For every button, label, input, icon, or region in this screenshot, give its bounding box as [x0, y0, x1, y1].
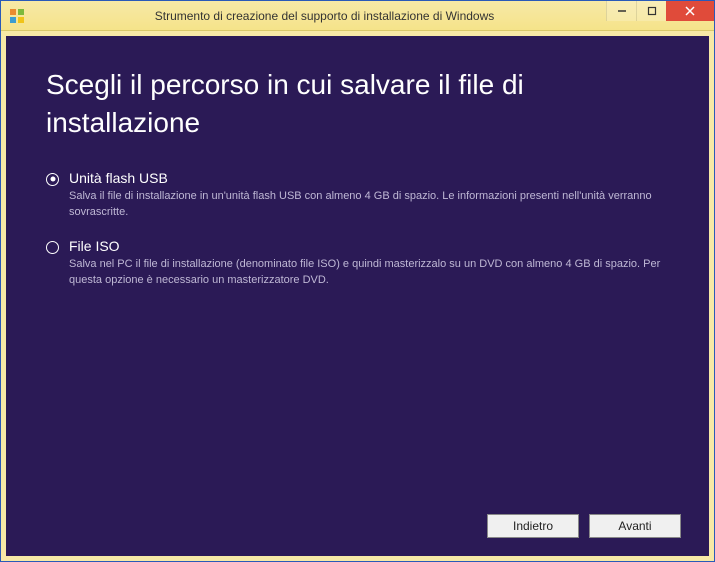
option-usb-label: Unità flash USB [69, 170, 669, 186]
option-iso-description: Salva nel PC il file di installazione (d… [69, 257, 669, 289]
minimize-button[interactable] [606, 1, 636, 21]
footer-buttons: Indietro Avanti [487, 514, 681, 538]
next-button[interactable]: Avanti [589, 514, 681, 538]
window-controls [606, 1, 714, 21]
option-usb-text: Unità flash USB Salva il file di install… [69, 170, 669, 221]
close-button[interactable] [666, 1, 714, 21]
radio-iso[interactable] [46, 241, 59, 254]
app-icon [9, 8, 25, 24]
option-iso-text: File ISO Salva nel PC il file di install… [69, 238, 669, 289]
option-usb-description: Salva il file di installazione in un'uni… [69, 189, 669, 221]
back-button[interactable]: Indietro [487, 514, 579, 538]
option-iso-label: File ISO [69, 238, 669, 254]
option-usb[interactable]: Unità flash USB Salva il file di install… [46, 170, 669, 221]
radio-usb[interactable] [46, 173, 59, 186]
titlebar: Strumento di creazione del supporto di i… [1, 1, 714, 31]
options-group: Unità flash USB Salva il file di install… [46, 170, 669, 290]
content-frame: Scegli il percorso in cui salvare il fil… [1, 31, 714, 561]
page-heading: Scegli il percorso in cui salvare il fil… [46, 66, 669, 142]
installer-window: Strumento di creazione del supporto di i… [0, 0, 715, 562]
maximize-button[interactable] [636, 1, 666, 21]
content-panel: Scegli il percorso in cui salvare il fil… [6, 36, 709, 556]
option-iso[interactable]: File ISO Salva nel PC il file di install… [46, 238, 669, 289]
